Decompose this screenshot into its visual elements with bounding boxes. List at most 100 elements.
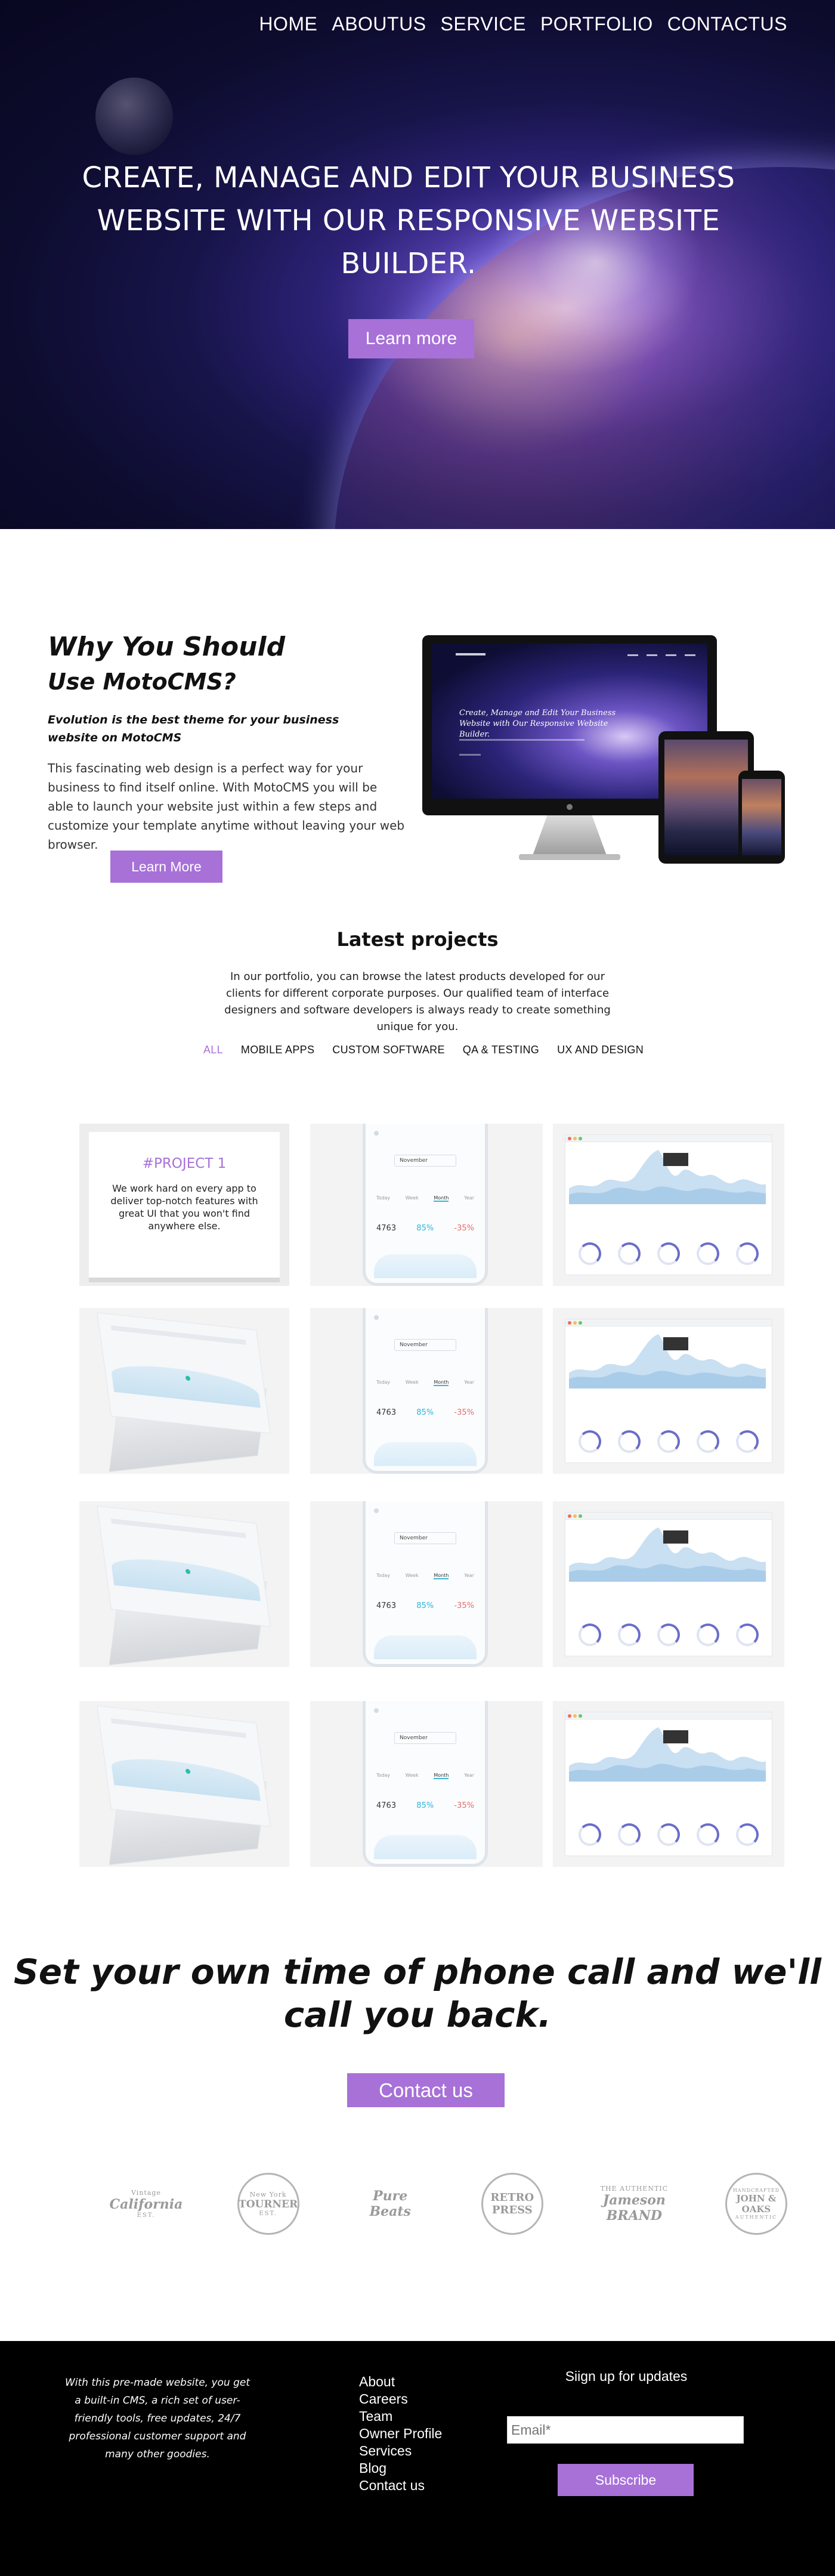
email-field[interactable] <box>507 2416 744 2444</box>
period-tabs: Today Week Month Year <box>376 1773 474 1779</box>
footer-link-contact-us[interactable]: Contact us <box>359 2477 442 2494</box>
logo-top-text: Vintage <box>131 2189 161 2197</box>
month-select: November <box>394 1732 456 1744</box>
period-tab: Week <box>405 1380 419 1385</box>
laptop-screen-mockup <box>97 1505 271 1627</box>
logo-vintage-california: Vintage California EST. <box>107 2174 185 2234</box>
wave-chart <box>374 1835 477 1859</box>
phone-app-mockup: November Today Week Month Year 4763 85% -35% <box>363 1308 488 1474</box>
nav-aboutus[interactable]: ABOUTUS <box>332 13 426 35</box>
card-shadow <box>89 1278 280 1282</box>
period-tab: Week <box>405 1573 419 1578</box>
why-title-line2: Use MotoCMS? <box>48 669 236 695</box>
month-select: November <box>394 1339 456 1351</box>
phone-mockup <box>738 771 785 864</box>
contact-us-button[interactable]: Contact us <box>347 2073 505 2107</box>
period-tab: Year <box>464 1573 474 1578</box>
project-tile-dashboard[interactable] <box>553 1501 784 1667</box>
hero-learn-more-button[interactable]: Learn more <box>348 319 474 358</box>
moon-graphic <box>95 78 173 155</box>
project-tile-dashboard[interactable] <box>553 1124 784 1286</box>
window-bar <box>565 1513 772 1520</box>
nav-contactus[interactable]: CONTACTUS <box>667 13 787 35</box>
project-tile-dashboard[interactable] <box>553 1308 784 1474</box>
stat-value: 85% <box>416 1601 434 1610</box>
logo-main-text: California <box>109 2197 183 2212</box>
dashboard-mockup <box>565 1512 772 1656</box>
period-tab: Year <box>464 1380 474 1385</box>
why-subtitle: Evolution is the best theme for your bus… <box>48 713 339 744</box>
phone-header-dot <box>374 1508 379 1513</box>
footer-link-about[interactable]: About <box>359 2373 442 2391</box>
footer-link-owner-profile[interactable]: Owner Profile <box>359 2425 442 2442</box>
nav-home[interactable]: HOME <box>259 13 317 35</box>
dashboard-mockup <box>565 1319 772 1463</box>
signup-title: Siign up for updates <box>565 2368 688 2384</box>
filter-all[interactable]: ALL <box>203 1044 223 1056</box>
window-bar <box>565 1135 772 1142</box>
filter-custom-software[interactable]: CUSTOM SOFTWARE <box>332 1044 445 1056</box>
logo-main-text: Pure Beats <box>369 2188 411 2219</box>
nav-portfolio[interactable]: PORTFOLIO <box>540 13 653 35</box>
footer-link-services[interactable]: Services <box>359 2442 442 2460</box>
logo-retro-press: RETRO PRESS <box>481 2173 543 2235</box>
filter-ux-design[interactable]: UX AND DESIGN <box>557 1044 644 1056</box>
project-tile-phone[interactable]: November Today Week Month Year 4763 85% -35% <box>310 1701 543 1867</box>
project-tile-phone[interactable]: November Today Week Month Year 4763 85% -35% <box>310 1124 543 1286</box>
project-tile-laptop[interactable] <box>79 1501 289 1667</box>
dashboard-mockup <box>565 1134 772 1275</box>
period-tab: Today <box>376 1195 391 1201</box>
project-tile-laptop[interactable] <box>79 1308 289 1474</box>
period-tab: Week <box>405 1773 419 1778</box>
window-bar <box>565 1319 772 1326</box>
why-title-line1: Why You Should <box>48 632 286 662</box>
page: HOME ABOUTUS SERVICE PORTFOLIO CONTACTUS… <box>0 0 835 2576</box>
monitor-text-line <box>459 754 481 756</box>
project-card-text: We work hard on every app to deliver top… <box>110 1183 258 1232</box>
stats-row: 4763 85% -35% <box>376 1224 474 1233</box>
footer-link-blog[interactable]: Blog <box>359 2460 442 2477</box>
period-tab: Year <box>464 1195 474 1201</box>
footer-link-team[interactable]: Team <box>359 2408 442 2425</box>
project-tile-dashboard[interactable] <box>553 1701 784 1867</box>
main-nav: HOME ABOUTUS SERVICE PORTFOLIO CONTACTUS <box>259 13 787 35</box>
chart-tooltip <box>663 1337 688 1350</box>
footer-link-careers[interactable]: Careers <box>359 2391 442 2408</box>
logo-top-text: New York <box>249 2191 287 2198</box>
chart-tooltip <box>663 1730 688 1743</box>
period-tab: Today <box>376 1380 391 1385</box>
client-logos: Vintage California EST. New York TOURNER… <box>107 2171 787 2237</box>
progress-rings <box>570 1430 767 1453</box>
logo-top-text: THE AUTHENTIC <box>600 2184 669 2192</box>
why-title: Why You Should Use MotoCMS? <box>48 630 285 699</box>
stat-value: 4763 <box>376 1408 397 1417</box>
why-learn-more-button[interactable]: Learn More <box>110 851 222 883</box>
stat-value: 85% <box>416 1801 434 1810</box>
month-select: November <box>394 1532 456 1544</box>
project-tile-card[interactable]: #PROJECT 1 We work hard on every app to d… <box>79 1124 289 1286</box>
chart-tooltip <box>663 1530 688 1544</box>
laptop-wave-chart <box>110 1361 261 1408</box>
wave-chart <box>374 1254 477 1278</box>
project-tile-laptop[interactable] <box>79 1701 289 1867</box>
apple-logo-icon <box>567 804 573 810</box>
period-tab-active: Month <box>434 1380 449 1386</box>
project-tile-phone[interactable]: November Today Week Month Year 4763 85% -35% <box>310 1501 543 1667</box>
laptop-screen-mockup <box>97 1312 271 1434</box>
nav-service[interactable]: SERVICE <box>441 13 526 35</box>
filter-mobile-apps[interactable]: MOBILE APPS <box>241 1044 314 1056</box>
period-tabs: Today Week Month Year <box>376 1573 474 1579</box>
stat-value: 85% <box>416 1224 434 1233</box>
hero-section: HOME ABOUTUS SERVICE PORTFOLIO CONTACTUS… <box>0 0 835 529</box>
dashboard-mockup <box>565 1712 772 1856</box>
period-tabs: Today Week Month Year <box>376 1195 474 1202</box>
stats-row: 4763 85% -35% <box>376 1601 474 1610</box>
project-tile-phone[interactable]: November Today Week Month Year 4763 85% -35% <box>310 1308 543 1474</box>
period-tab-active: Month <box>434 1573 449 1579</box>
phone-app-mockup: November Today Week Month Year 4763 85% -35% <box>363 1124 488 1286</box>
stats-row: 4763 85% -35% <box>376 1801 474 1810</box>
subscribe-button[interactable]: Subscribe <box>558 2464 694 2496</box>
filter-qa-testing[interactable]: QA & TESTING <box>463 1044 539 1056</box>
laptop-screen-mockup <box>97 1705 271 1827</box>
cta-title: Set your own time of phone call and we'l… <box>13 1952 822 2035</box>
